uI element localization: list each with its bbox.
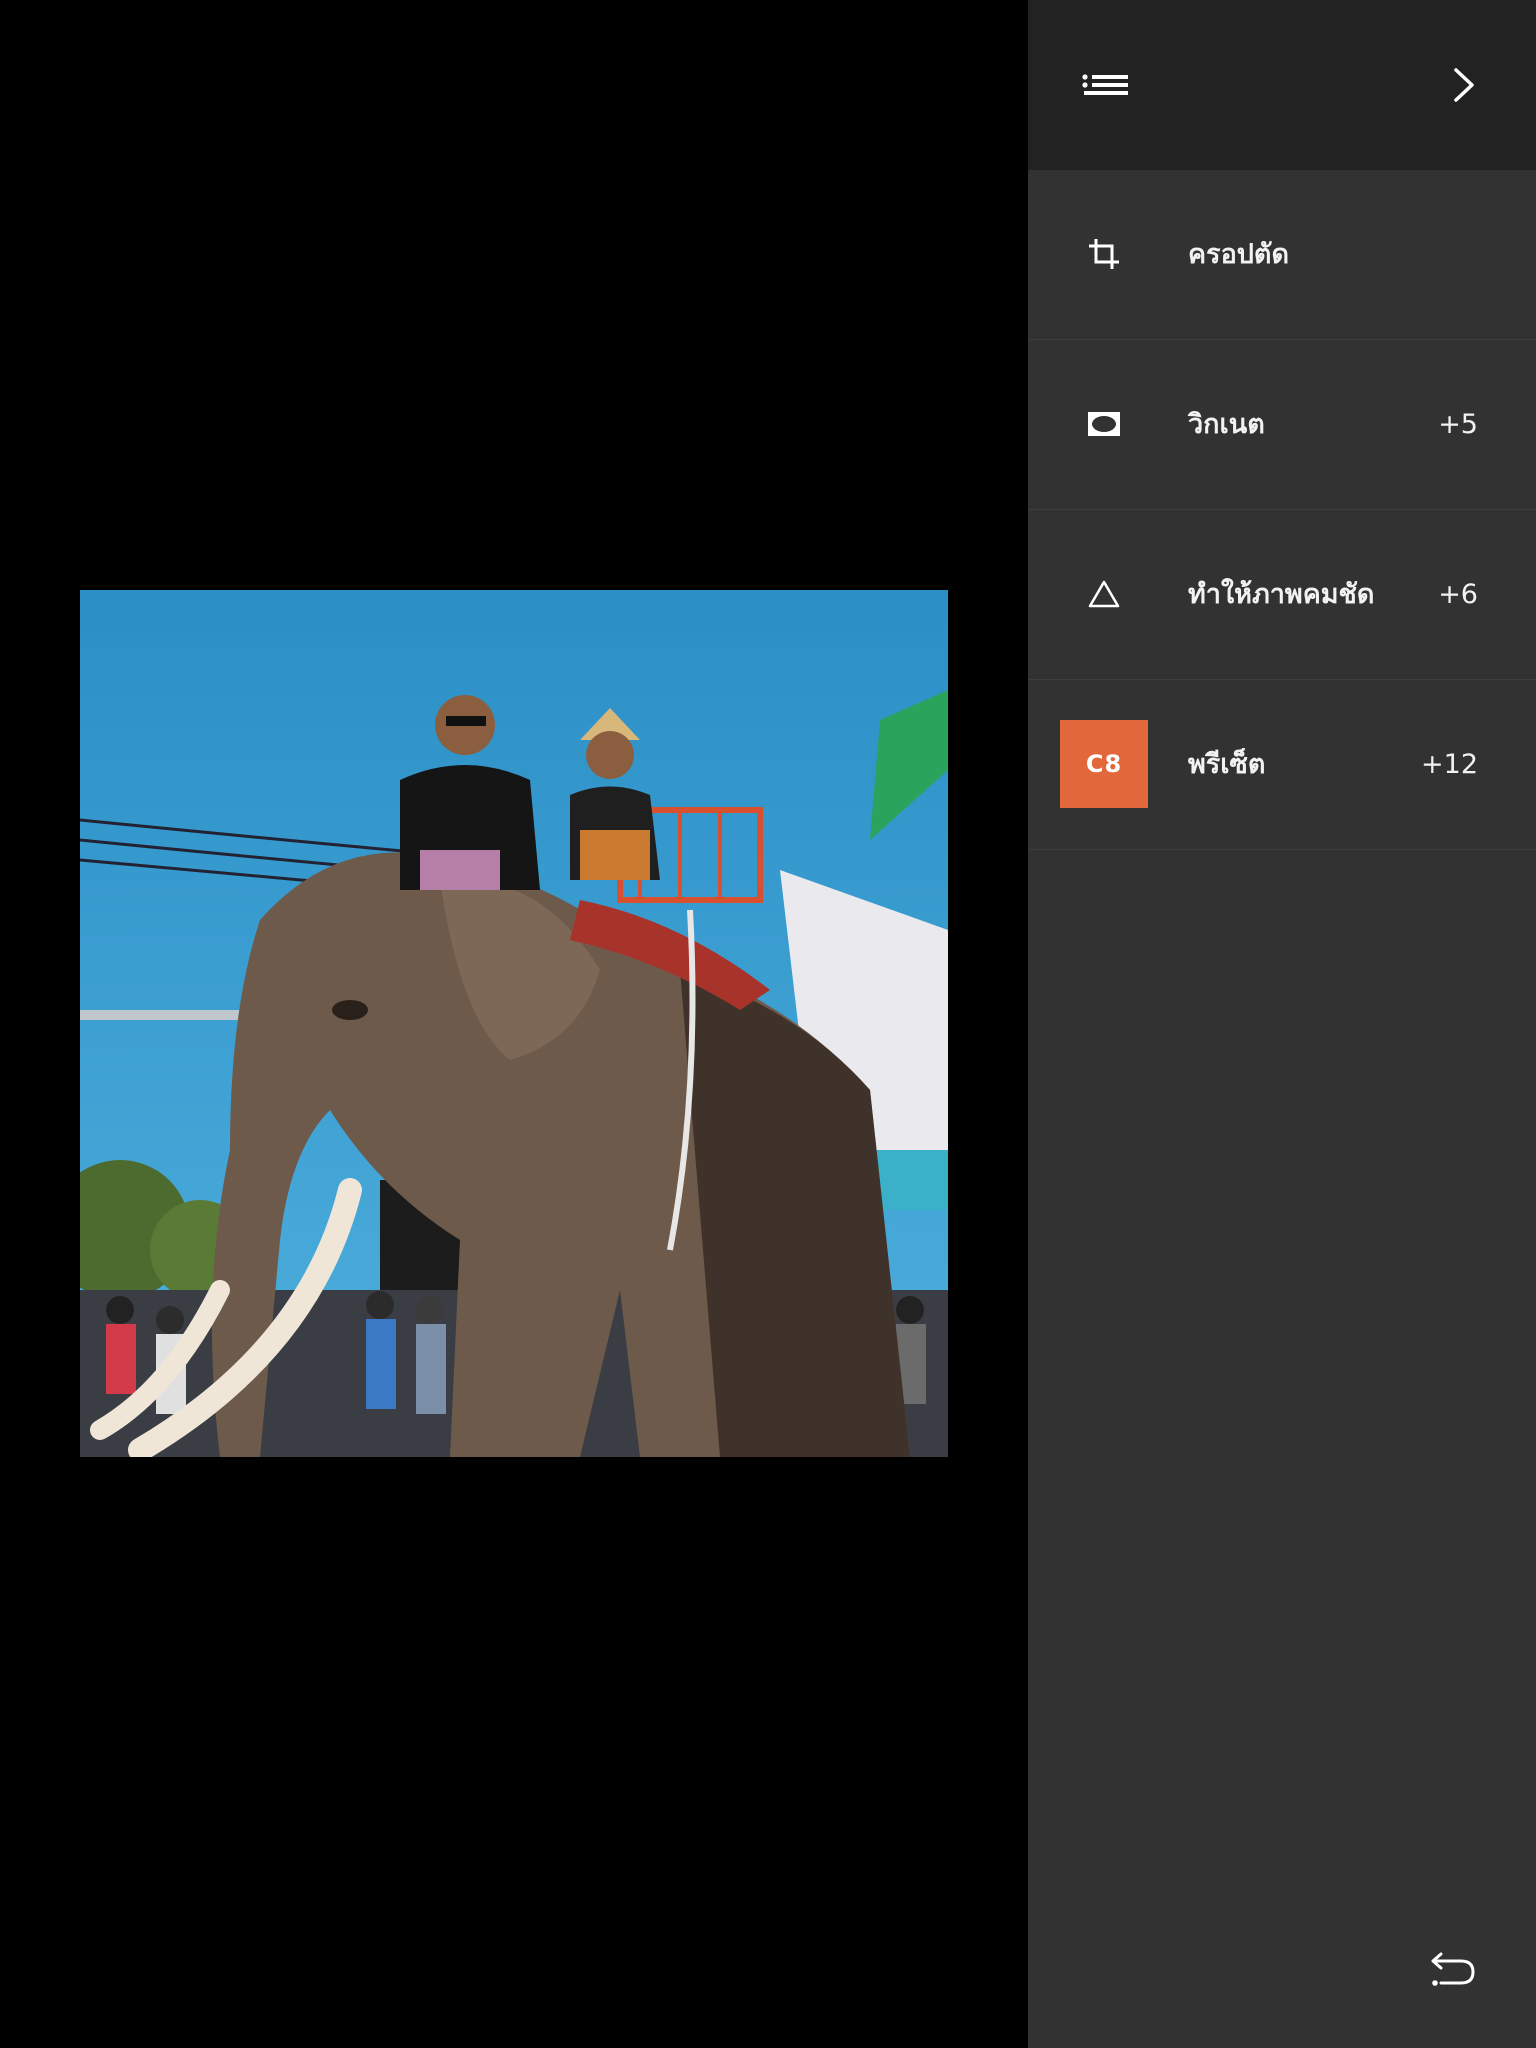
- undo-button[interactable]: [1416, 1934, 1490, 2008]
- tool-crop[interactable]: ครอปตัด: [1028, 170, 1536, 340]
- list-icon: [1082, 74, 1128, 95]
- photo-illustration: [80, 590, 948, 1457]
- edit-panel: ครอปตัด วิกเนต +5 ทำให้ภาพคมชัด +6 C8 พร…: [1028, 0, 1536, 2048]
- tool-sharpen[interactable]: ทำให้ภาพคมชัด +6: [1028, 510, 1536, 680]
- tool-label: ครอปตัด: [1188, 239, 1289, 270]
- tool-value: +5: [1438, 409, 1478, 440]
- tool-value: +6: [1438, 579, 1478, 610]
- preset-badge: C8: [1060, 720, 1148, 808]
- photo-canvas: [0, 0, 1028, 2048]
- tool-value: +12: [1421, 749, 1478, 780]
- undo-icon: [1431, 1952, 1475, 1986]
- tool-preset[interactable]: C8 พรีเซ็ต +12: [1028, 680, 1536, 850]
- tool-label: ทำให้ภาพคมชัด: [1188, 579, 1375, 610]
- vignette-icon: [1060, 380, 1148, 468]
- tool-label: พรีเซ็ต: [1188, 749, 1266, 780]
- crop-icon: [1060, 210, 1148, 298]
- preset-icon: C8: [1060, 720, 1148, 808]
- tool-list: ครอปตัด วิกเนต +5 ทำให้ภาพคมชัด +6 C8 พร…: [1028, 170, 1536, 850]
- tool-vignette[interactable]: วิกเนต +5: [1028, 340, 1536, 510]
- tool-label: วิกเนต: [1188, 409, 1265, 440]
- editor-app: ครอปตัด วิกเนต +5 ทำให้ภาพคมชัด +6 C8 พร…: [0, 0, 1536, 2048]
- next-button[interactable]: [1429, 50, 1499, 120]
- edited-photo[interactable]: [80, 590, 948, 1457]
- chevron-right-icon: [1454, 68, 1474, 102]
- panel-header: [1028, 0, 1536, 170]
- list-button[interactable]: [1070, 50, 1140, 120]
- sharpen-icon: [1060, 550, 1148, 638]
